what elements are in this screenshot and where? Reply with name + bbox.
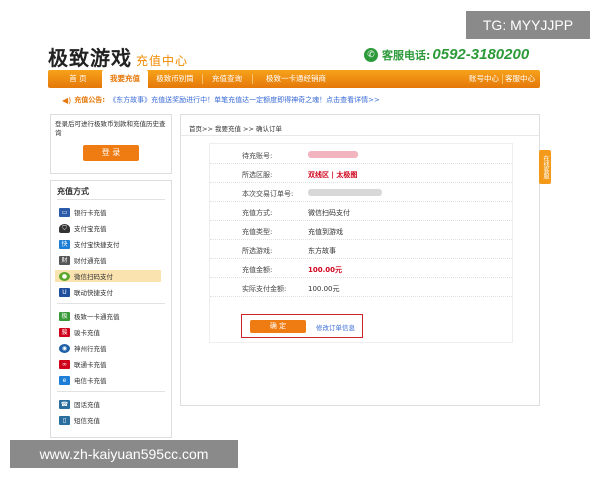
method-label: 支付宝快捷支付 [74, 241, 120, 249]
row-label: 所选区服: [242, 171, 273, 179]
method-label: 财付通充值 [74, 257, 107, 265]
logo-subtitle: 充值中心 [136, 54, 189, 68]
row-value: 东方故事 [308, 247, 336, 255]
row-value [308, 189, 382, 198]
notice-title: 充值公告: [74, 96, 106, 104]
login-hint: 登录后可进行极致币划款和充值历史查询 [55, 120, 166, 137]
confirm-button[interactable]: 确 定 [250, 320, 306, 333]
shield-icon: ⛉ [59, 223, 70, 233]
method-label: 联通卡充值 [74, 361, 107, 369]
row-value: 充值到游戏 [308, 228, 343, 236]
row-amount: 充值金额: 100.00元 [210, 260, 512, 278]
row-label: 本次交易订单号: [242, 190, 294, 198]
umpay-icon: U [59, 287, 70, 297]
method-sms[interactable]: ▯ 短信充值 [59, 414, 100, 426]
wechat-icon: ● [59, 271, 70, 281]
payment-methods: 充值方式 ▭ 银行卡充值 ⛉ 支付宝充值 快 支付宝快捷支付 财 财付通充值 ●… [50, 180, 172, 438]
method-tenpay[interactable]: 财 财付通充值 [59, 254, 107, 266]
row-game: 所选游戏: 东方故事 [210, 241, 512, 259]
nav-home[interactable]: 首 页 [56, 70, 100, 88]
hotline-label: 客服电话: [382, 48, 431, 62]
notice-bar: ◀) 充值公告: 《东方故事》充值送奖励进行中！单笔充值达一定额度即得神奇之魂！… [62, 95, 380, 105]
method-label: 微信扫码支付 [74, 273, 113, 281]
sms-icon: ▯ [59, 415, 70, 425]
nav-coin[interactable]: 极致币别筒 [150, 70, 200, 88]
order-form: 待充账号: 所选区服: 双线区 | 太极图 本次交易订单号: 充值方式: 微信扫… [209, 143, 513, 343]
method-jizhi-card[interactable]: 极 极致一卡通充值 [59, 310, 120, 322]
method-label: 骏卡充值 [74, 329, 100, 337]
login-button[interactable]: 登 录 [83, 145, 139, 161]
method-label: 支付宝充值 [74, 225, 107, 233]
edit-order-link[interactable]: 修改订单信息 [316, 322, 355, 332]
unicom-icon: ∞ [59, 359, 70, 369]
jun-card-icon: 骏 [59, 327, 70, 337]
nav-account-center[interactable]: 账号中心 [468, 70, 500, 88]
mobile-icon: ◉ [59, 343, 70, 353]
sidebar: 登录后可进行极致币划款和充值历史查询 登 录 充值方式 ▭ 银行卡充值 ⛉ 支付… [50, 114, 172, 438]
method-umpay[interactable]: U 联动快捷支付 [59, 286, 113, 298]
method-label: 联动快捷支付 [74, 289, 113, 297]
alipay-icon: 快 [59, 239, 70, 249]
method-label: 固话充值 [74, 401, 100, 409]
hotline-number: 0592-3180200 [432, 46, 530, 63]
notice-link[interactable]: 《东方故事》充值送奖励进行中！单笔充值达一定额度即得神奇之魂！点击查看详情>> [109, 95, 380, 105]
row-account: 待充账号: [210, 146, 512, 164]
method-label: 神州行充值 [74, 345, 107, 353]
method-label: 电信卡充值 [74, 377, 107, 385]
speaker-icon: ◀) [62, 95, 72, 105]
login-box: 登录后可进行极致币划款和充值历史查询 登 录 [50, 114, 172, 174]
nav-service-center[interactable]: 客服中心 [504, 70, 536, 88]
bank-card-icon: ▭ [59, 207, 70, 217]
row-label: 实际支付金额: [242, 285, 287, 293]
row-order-no: 本次交易订单号: [210, 184, 512, 202]
hotline: ✆ 客服电话: 0592-3180200 [364, 46, 529, 63]
masked-account [308, 151, 358, 158]
method-szx[interactable]: ◉ 神州行充值 [59, 342, 107, 354]
breadcrumb: 首页>> 我要充值 >> 确认订单 [189, 125, 282, 133]
row-value: 100.00元 [308, 285, 340, 293]
order-panel: 首页>> 我要充值 >> 确认订单 待充账号: 所选区服: 双线区 | 太极图 … [180, 114, 540, 406]
methods-title: 充值方式 [57, 187, 89, 196]
phone-icon: ✆ [364, 47, 378, 62]
method-bank-card[interactable]: ▭ 银行卡充值 [59, 206, 107, 218]
method-alipay[interactable]: ⛉ 支付宝充值 [59, 222, 107, 234]
online-service-tab[interactable]: 在线客服 [539, 150, 551, 184]
tenpay-icon: 财 [59, 255, 70, 265]
method-landline[interactable]: ☎ 固话充值 [59, 398, 100, 410]
logo-text: 极致游戏 [48, 46, 132, 70]
method-jun-card[interactable]: 骏 骏卡充值 [59, 326, 100, 338]
row-label: 充值方式: [242, 209, 273, 217]
nav-query[interactable]: 充值查询 [204, 70, 250, 88]
row-value: 100.00元 [308, 266, 343, 274]
confirm-area: 确 定 修改订单信息 [241, 314, 363, 338]
row-label: 所选游戏: [242, 247, 273, 255]
method-label: 极致一卡通充值 [74, 313, 120, 321]
method-unicom[interactable]: ∞ 联通卡充值 [59, 358, 107, 370]
main-nav: 首 页 我要充值 极致币别筒 充值查询 极致一卡通经销商 账号中心 客服中心 [48, 70, 540, 88]
nav-recharge[interactable]: 我要充值 [102, 70, 148, 88]
site-logo[interactable]: 极致游戏 充值中心 [48, 42, 188, 71]
row-server: 所选区服: 双线区 | 太极图 [210, 165, 512, 183]
row-value: 微信扫码支付 [308, 209, 350, 217]
nav-dealer[interactable]: 极致一卡通经销商 [254, 70, 338, 88]
row-pay-method: 充值方式: 微信扫码支付 [210, 203, 512, 221]
method-label: 短信充值 [74, 417, 100, 425]
telecom-icon: e [59, 375, 70, 385]
row-label: 待充账号: [242, 152, 273, 160]
method-alipay-quick[interactable]: 快 支付宝快捷支付 [59, 238, 120, 250]
row-actual-pay: 实际支付金额: 100.00元 [210, 279, 512, 297]
row-value: 双线区 | 太极图 [308, 171, 358, 179]
method-telecom[interactable]: e 电信卡充值 [59, 374, 107, 386]
row-value [308, 151, 358, 160]
jizhi-card-icon: 极 [59, 311, 70, 321]
method-label: 银行卡充值 [74, 209, 107, 217]
row-label: 充值金额: [242, 266, 273, 274]
method-wechat[interactable]: ● 微信扫码支付 [55, 270, 161, 282]
masked-order-no [308, 189, 382, 196]
watermark-top: TG: MYYJJPP [466, 11, 590, 39]
telephone-icon: ☎ [59, 399, 70, 409]
row-label: 充值类型: [242, 228, 273, 236]
watermark-bottom: www.zh-kaiyuan595cc.com [10, 440, 238, 468]
row-type: 充值类型: 充值到游戏 [210, 222, 512, 240]
